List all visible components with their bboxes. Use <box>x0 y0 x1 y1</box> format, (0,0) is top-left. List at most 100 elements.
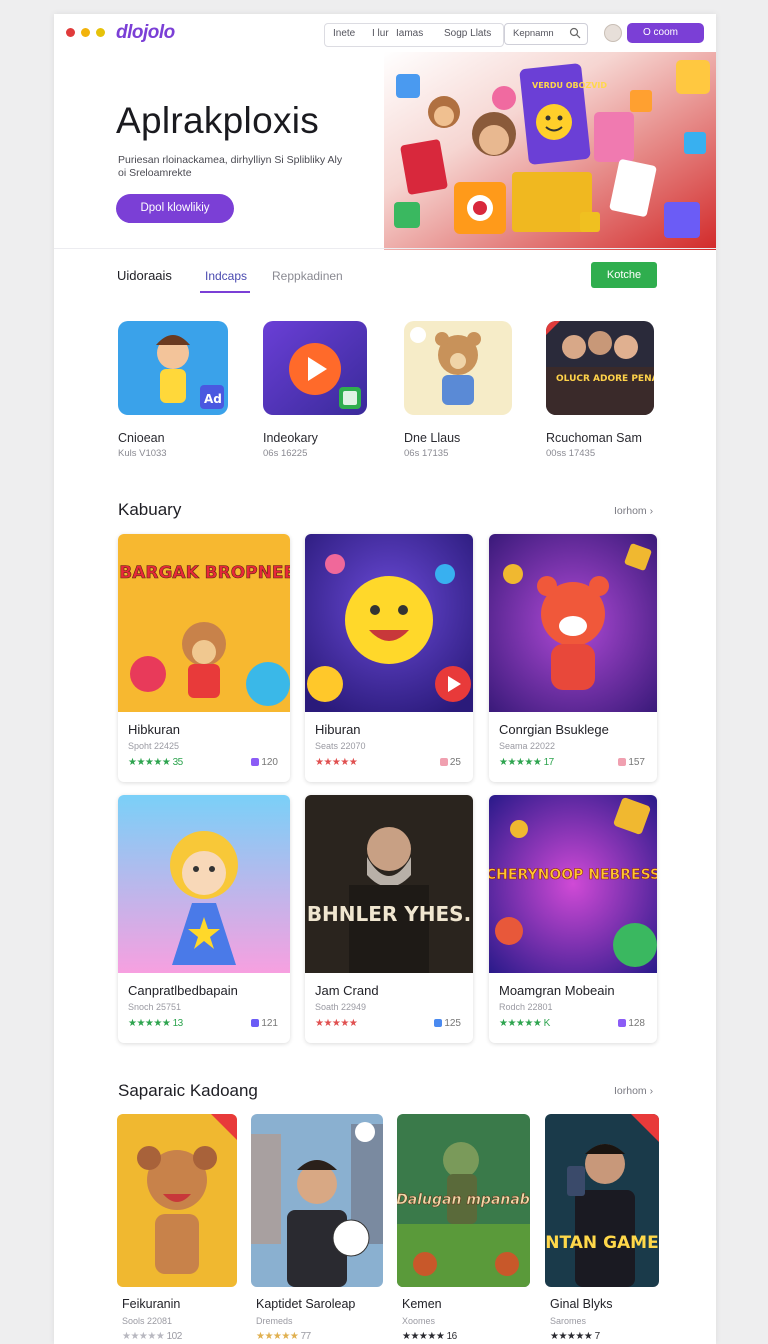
tab-active-indicator <box>200 291 250 293</box>
app-name: Cnioean <box>118 431 165 445</box>
game-name: Kaptidet Saroleap <box>256 1297 356 1311</box>
rating-value: 102 <box>166 1331 183 1342</box>
game-artwork <box>117 1114 237 1287</box>
game-meta: Saromes <box>550 1316 587 1326</box>
game-art-title: ENTAN GAMEE <box>545 1233 659 1253</box>
hero-banner: Aplrakploxis Puriesan rloinackamea, dirh… <box>54 52 716 250</box>
header-cta-label: O coom <box>643 27 679 38</box>
stars-icon: ★★★★★ <box>128 1018 171 1029</box>
app-badge: Ad <box>204 392 222 406</box>
section-see-all-link[interactable]: Iorhom › <box>614 1085 653 1097</box>
stars-icon: ★★★★★ <box>402 1331 445 1342</box>
see-all-label: Iorhom <box>614 1085 647 1097</box>
game-artwork: BHNLER YHES. <box>305 795 473 973</box>
game-card[interactable]: Conrgian Bsuklege Seama 22022 ★★★★★ 17 1… <box>489 534 657 782</box>
stars-icon: ★★★★★ <box>256 1331 299 1342</box>
game-artwork <box>251 1114 383 1287</box>
top-bar: dlojolo Inete I lur Iamas Sogp Llats Kep… <box>54 14 716 52</box>
rating-value: 35 <box>172 757 184 768</box>
player-count: 157 <box>618 757 645 768</box>
featured-app-1[interactable]: Ad Cnioean Kuls V1033 <box>118 321 238 459</box>
game-art-title: CHERYNOOP NEBRESS <box>489 867 657 883</box>
maximize-dot-icon[interactable] <box>96 28 105 37</box>
game-card[interactable]: HIBARGAK BROPNEEN Hibkuran Spoht 22425 ★… <box>118 534 290 782</box>
count-value: 25 <box>449 757 461 768</box>
game-card[interactable]: BHNLER YHES. Jam Crand Soath 22949 ★★★★★… <box>305 795 473 1043</box>
rating-value: 17 <box>543 757 555 768</box>
app-name: Indeokary <box>263 431 318 445</box>
star-rating: ★★★★★ 16 <box>402 1331 457 1342</box>
hero-action-button[interactable]: Dpol klowlikiy <box>116 194 234 223</box>
stars-icon: ★★★★★ <box>122 1331 165 1342</box>
app-meta: 06s 17135 <box>404 448 449 459</box>
featured-app-2[interactable]: Indeokary 06s 16225 <box>263 321 383 459</box>
user-avatar[interactable] <box>604 24 622 42</box>
count-value: 121 <box>261 1018 278 1029</box>
controller-icon <box>251 1019 260 1027</box>
app-icon: Ad <box>118 321 228 415</box>
game-card[interactable]: Feikuranin Sools 22081 ★★★★★ 102 <box>117 1114 237 1344</box>
rating-value: K <box>543 1018 551 1029</box>
game-card[interactable]: Kaptidet Saroleap Dremeds ★★★★★ 77 <box>251 1114 383 1344</box>
app-icon: OLUCR ADORE PENACE GHOEARL <box>546 321 716 415</box>
star-rating: ★★★★★ <box>315 757 358 768</box>
app-meta: 00ss 17435 <box>546 448 596 459</box>
star-rating: ★★★★★ 35 <box>128 757 183 768</box>
minimize-dot-icon[interactable] <box>81 28 90 37</box>
section-title: Kabuary <box>118 500 182 519</box>
game-card[interactable]: CHERYNOOP NEBRESS Moamgran Mobeain Rodch… <box>489 795 657 1043</box>
stars-icon: ★★★★★ <box>499 1018 542 1029</box>
action-button[interactable]: Kotche <box>591 262 657 288</box>
controller-icon <box>434 1019 443 1027</box>
featured-app-4[interactable]: OLUCR ADORE PENACE GHOEARL Rcuchoman Sam… <box>546 321 716 459</box>
header-cta-button[interactable]: O coom <box>627 23 704 43</box>
close-dot-icon[interactable] <box>66 28 75 37</box>
stars-icon: ★★★★★ <box>315 1018 358 1029</box>
nav-item-4[interactable]: Sogp Llats <box>444 28 491 39</box>
game-card[interactable]: Canpratlbedbapain Snoch 25751 ★★★★★ 13 1… <box>118 795 290 1043</box>
game-meta: Snoch 25751 <box>128 1002 182 1012</box>
player-count: 128 <box>618 1018 645 1029</box>
app-badge: OLUCR ADORE PENACE GHOEARL <box>556 374 654 384</box>
nav-item-2[interactable]: I lur <box>372 28 389 39</box>
game-name: Feikuranin <box>122 1297 181 1311</box>
game-card[interactable]: Dalugan mpanab Kemen Xoomes ★★★★★ 16 <box>397 1114 530 1344</box>
game-artwork: Dalugan mpanab <box>397 1114 530 1287</box>
tab-indcaps[interactable]: Indcaps <box>205 269 247 283</box>
game-name: Ginal Blyks <box>550 1297 613 1311</box>
game-card[interactable]: Hiburan Seats 22070 ★★★★★ 25 <box>305 534 473 782</box>
brand-logo[interactable]: dlojolo <box>116 22 175 44</box>
game-name: Moamgran Mobeain <box>499 983 615 998</box>
app-name: Rcuchoman Sam <box>546 431 642 445</box>
hero-subtitle: Puriesan rloinackamea, dirhylliyn Si Spl… <box>118 154 343 179</box>
game-artwork: CHERYNOOP NEBRESS <box>489 795 657 973</box>
tab-reppkadinen[interactable]: Reppkadinen <box>272 269 343 283</box>
game-name: Hibkuran <box>128 722 181 737</box>
chevron-right-icon: › <box>649 505 654 517</box>
game-art-title: HIBARGAK BROPNEEN <box>118 563 290 583</box>
nav-item-1[interactable]: Inete <box>333 28 355 39</box>
stars-icon: ★★★★★ <box>315 757 358 768</box>
game-card[interactable]: ENTAN GAMEE Ginal Blyks Saromes ★★★★★ 7 <box>545 1114 659 1344</box>
hero-illustration: VERDU OBOZVID <box>384 52 716 250</box>
player-count: 121 <box>251 1018 278 1029</box>
section-title: Saparaic Kadoang <box>118 1081 258 1100</box>
stars-icon: ★★★★★ <box>499 757 542 768</box>
featured-app-3[interactable]: Dne Llaus 06s 17135 <box>404 321 524 459</box>
star-rating: ★★★★★ K <box>499 1018 550 1029</box>
game-name: Conrgian Bsuklege <box>499 722 609 737</box>
game-meta: Dremeds <box>256 1316 293 1326</box>
search-icon <box>569 27 581 39</box>
nav-item-3[interactable]: Iamas <box>396 28 423 39</box>
game-artwork: HIBARGAK BROPNEEN <box>118 534 290 712</box>
star-rating: ★★★★★ <box>315 1018 358 1029</box>
controller-icon <box>251 758 260 766</box>
search-input[interactable]: Kepnamn <box>504 23 588 45</box>
tab-overview[interactable]: Uidoraais <box>117 268 172 283</box>
star-rating: ★★★★★ 102 <box>122 1331 182 1342</box>
game-meta: Sools 22081 <box>122 1316 173 1326</box>
section-see-all-link[interactable]: Iorhom › <box>614 505 653 517</box>
count-value: 157 <box>628 757 645 768</box>
chevron-right-icon: › <box>649 1085 654 1097</box>
game-name: Hiburan <box>315 722 361 737</box>
